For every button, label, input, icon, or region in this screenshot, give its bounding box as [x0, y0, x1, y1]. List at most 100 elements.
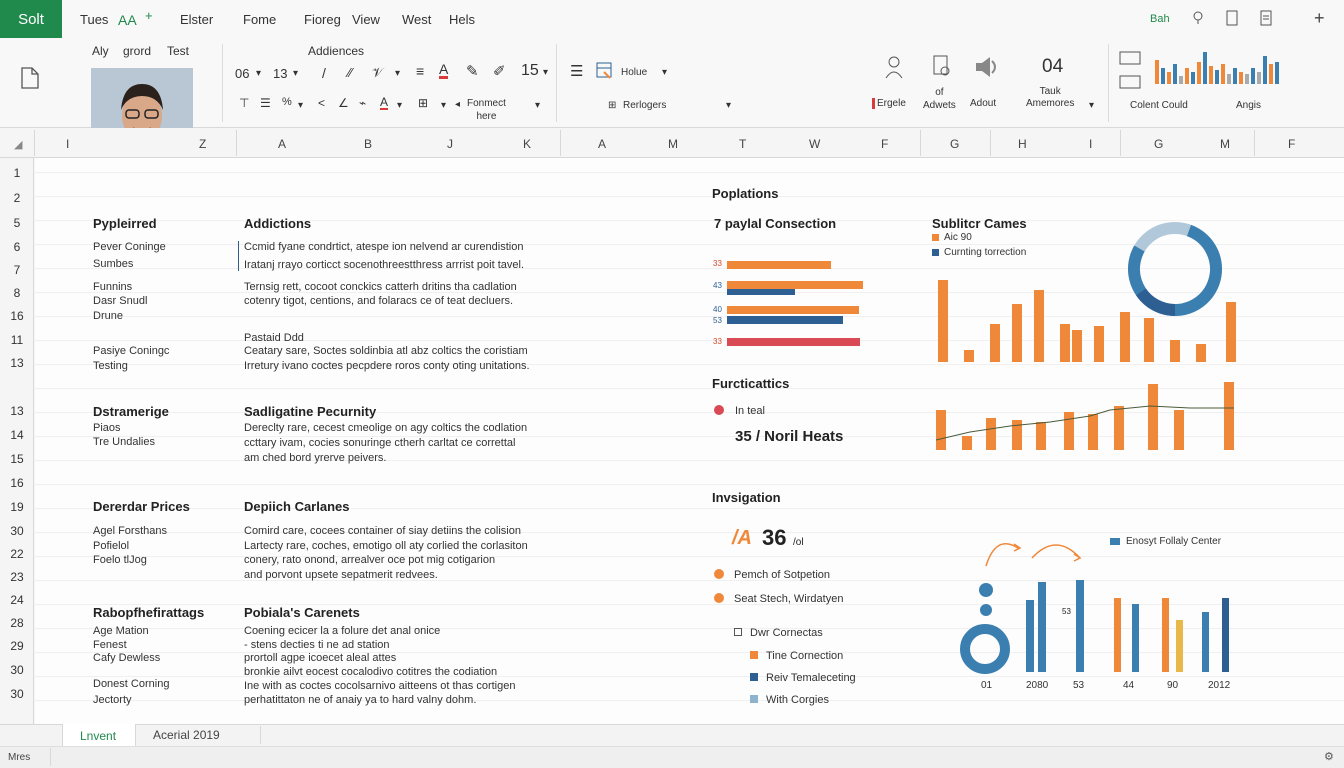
strike-icon[interactable]: ⁄⁄ [348, 65, 352, 80]
underline-icon[interactable]: 𝒱 [372, 65, 383, 81]
app-logo[interactable]: Solt [0, 0, 62, 38]
ribbon-label-aly[interactable]: Aly [92, 44, 109, 58]
menu-item-fome[interactable]: Fome [243, 12, 276, 27]
column-header-cell[interactable]: G [950, 137, 959, 151]
list-icon[interactable]: ☰ [570, 62, 583, 80]
triangle-icon[interactable]: ◂ [455, 99, 460, 110]
ergele-button[interactable]: Ergele [872, 98, 906, 109]
font-size-select-a[interactable]: 06 [235, 66, 249, 81]
new-file-icon[interactable] [20, 66, 40, 90]
chevron-down-icon[interactable]: ▾ [293, 68, 298, 79]
menu-item-elster[interactable]: Elster [180, 12, 213, 27]
row-number[interactable]: 16 [0, 476, 34, 490]
column-header-cell[interactable]: T [739, 137, 746, 151]
chevron-down-icon[interactable]: ▾ [535, 100, 540, 111]
table-style-icon[interactable] [596, 62, 614, 80]
menu-item-tues[interactable]: Tues [80, 12, 108, 27]
ribbon-label-test[interactable]: Test [167, 44, 189, 58]
font-size-select-b[interactable]: 13 [273, 66, 287, 81]
row-number[interactable]: 23 [0, 570, 34, 584]
menu-item-west[interactable]: West [402, 12, 431, 27]
list-item[interactable]: Pemch of Sotpetion [734, 569, 830, 581]
border-icon[interactable]: ⊞ [418, 96, 428, 110]
chevron-down-icon[interactable]: ▾ [543, 67, 548, 78]
settings-icon[interactable]: ⚙ [1324, 750, 1334, 763]
checkbox[interactable] [734, 628, 742, 636]
chevron-down-icon[interactable]: ▾ [726, 100, 731, 111]
add-tab-icon[interactable]: + [145, 8, 153, 23]
row-number[interactable]: 24 [0, 593, 34, 607]
list-item[interactable]: Reiv Temaleceting [766, 672, 856, 684]
row-number[interactable]: 11 [0, 333, 34, 347]
new-window-icon[interactable]: + [1314, 8, 1325, 29]
chevron-down-icon[interactable]: ▾ [397, 100, 402, 111]
format-icon[interactable]: ⊤ [239, 96, 249, 110]
format-button[interactable]: Fonmect here [467, 97, 506, 123]
row-number[interactable]: 7 [0, 263, 34, 277]
font-color-icon[interactable]: A [439, 62, 449, 79]
row-number[interactable]: 22 [0, 547, 34, 561]
list-item[interactable]: Dwr Cornectas [750, 627, 823, 639]
list-item[interactable]: Tine Cornection [766, 650, 843, 662]
angle-icon[interactable]: ∠ [338, 96, 349, 110]
list-item[interactable]: With Corgies [766, 694, 829, 706]
align-icon[interactable]: ≡ [416, 63, 424, 79]
ribbon-label-grord[interactable]: grord [123, 44, 151, 58]
colent-could-button[interactable]: Colent Could [1130, 100, 1188, 111]
chevron-down-icon[interactable]: ▾ [662, 67, 667, 78]
rerlogers-select[interactable]: Rerlogers [623, 100, 666, 111]
column-header-cell[interactable]: A [598, 137, 606, 151]
italic-icon[interactable]: / [322, 65, 326, 81]
lightbulb-icon[interactable] [1192, 10, 1204, 26]
adout-button[interactable]: Adout [970, 98, 996, 109]
row-number[interactable]: 15 [0, 452, 34, 466]
chevron-down-icon[interactable]: ▾ [395, 68, 400, 79]
column-header-cell[interactable]: F [881, 137, 888, 151]
column-header-cell[interactable]: H [1018, 137, 1027, 151]
row-number[interactable]: 13 [0, 404, 34, 418]
row-number[interactable]: 30 [0, 524, 34, 538]
column-header-cell[interactable]: Z [199, 137, 206, 151]
menu-item-fioreg[interactable]: Fioreg [304, 12, 341, 27]
speaker-icon[interactable] [974, 55, 1000, 79]
tauk-amemores-button[interactable]: Tauk Amemores [1026, 86, 1074, 110]
document-icon[interactable] [1260, 10, 1272, 26]
chevron-down-icon[interactable]: ▾ [441, 100, 446, 111]
number-format-icon[interactable]: % [282, 96, 292, 108]
select-all-icon[interactable]: ◢ [14, 138, 22, 151]
column-header-cell[interactable]: J [447, 137, 453, 151]
pen-icon[interactable]: ✎ [466, 62, 479, 80]
value-select[interactable]: Holue [621, 67, 647, 78]
search-document-icon[interactable] [932, 54, 952, 80]
column-header-cell[interactable]: K [523, 137, 531, 151]
column-header-cell[interactable]: M [1220, 137, 1230, 151]
column-header-cell[interactable]: F [1288, 137, 1295, 151]
column-header-cell[interactable]: I [66, 137, 69, 151]
font-size-select-c[interactable]: 15 [521, 62, 539, 80]
column-header-cell[interactable]: I [1089, 137, 1092, 151]
row-number[interactable]: 16 [0, 309, 34, 323]
row-number[interactable]: 6 [0, 240, 34, 254]
align-left-icon[interactable]: ☰ [260, 96, 271, 110]
column-header-cell[interactable]: B [364, 137, 372, 151]
row-number[interactable]: 14 [0, 428, 34, 442]
row-number[interactable]: 19 [0, 500, 34, 514]
row-number[interactable]: 29 [0, 639, 34, 653]
sheet-tab-label[interactable]: Lnvent [80, 729, 116, 743]
merge-icon[interactable]: ⊞ [608, 100, 616, 111]
user-icon[interactable] [884, 54, 904, 80]
chevron-down-icon[interactable]: ▾ [1089, 100, 1094, 111]
account-label[interactable]: Bah [1150, 13, 1170, 25]
row-number[interactable]: 1 [0, 166, 34, 180]
indent-icon[interactable]: < [318, 96, 325, 110]
chart-layout-icon[interactable] [1118, 50, 1144, 92]
row-number[interactable]: 2 [0, 191, 34, 205]
column-header-cell[interactable]: A [278, 137, 286, 151]
menu-item-aa[interactable]: AA [118, 12, 137, 28]
row-number[interactable]: 30 [0, 687, 34, 701]
menu-item-hels[interactable]: Hels [449, 12, 475, 27]
adwets-button[interactable]: of Adwets [923, 86, 956, 112]
row-number[interactable]: 28 [0, 616, 34, 630]
chevron-down-icon[interactable]: ▾ [298, 100, 303, 111]
angis-button[interactable]: Angis [1236, 100, 1261, 111]
